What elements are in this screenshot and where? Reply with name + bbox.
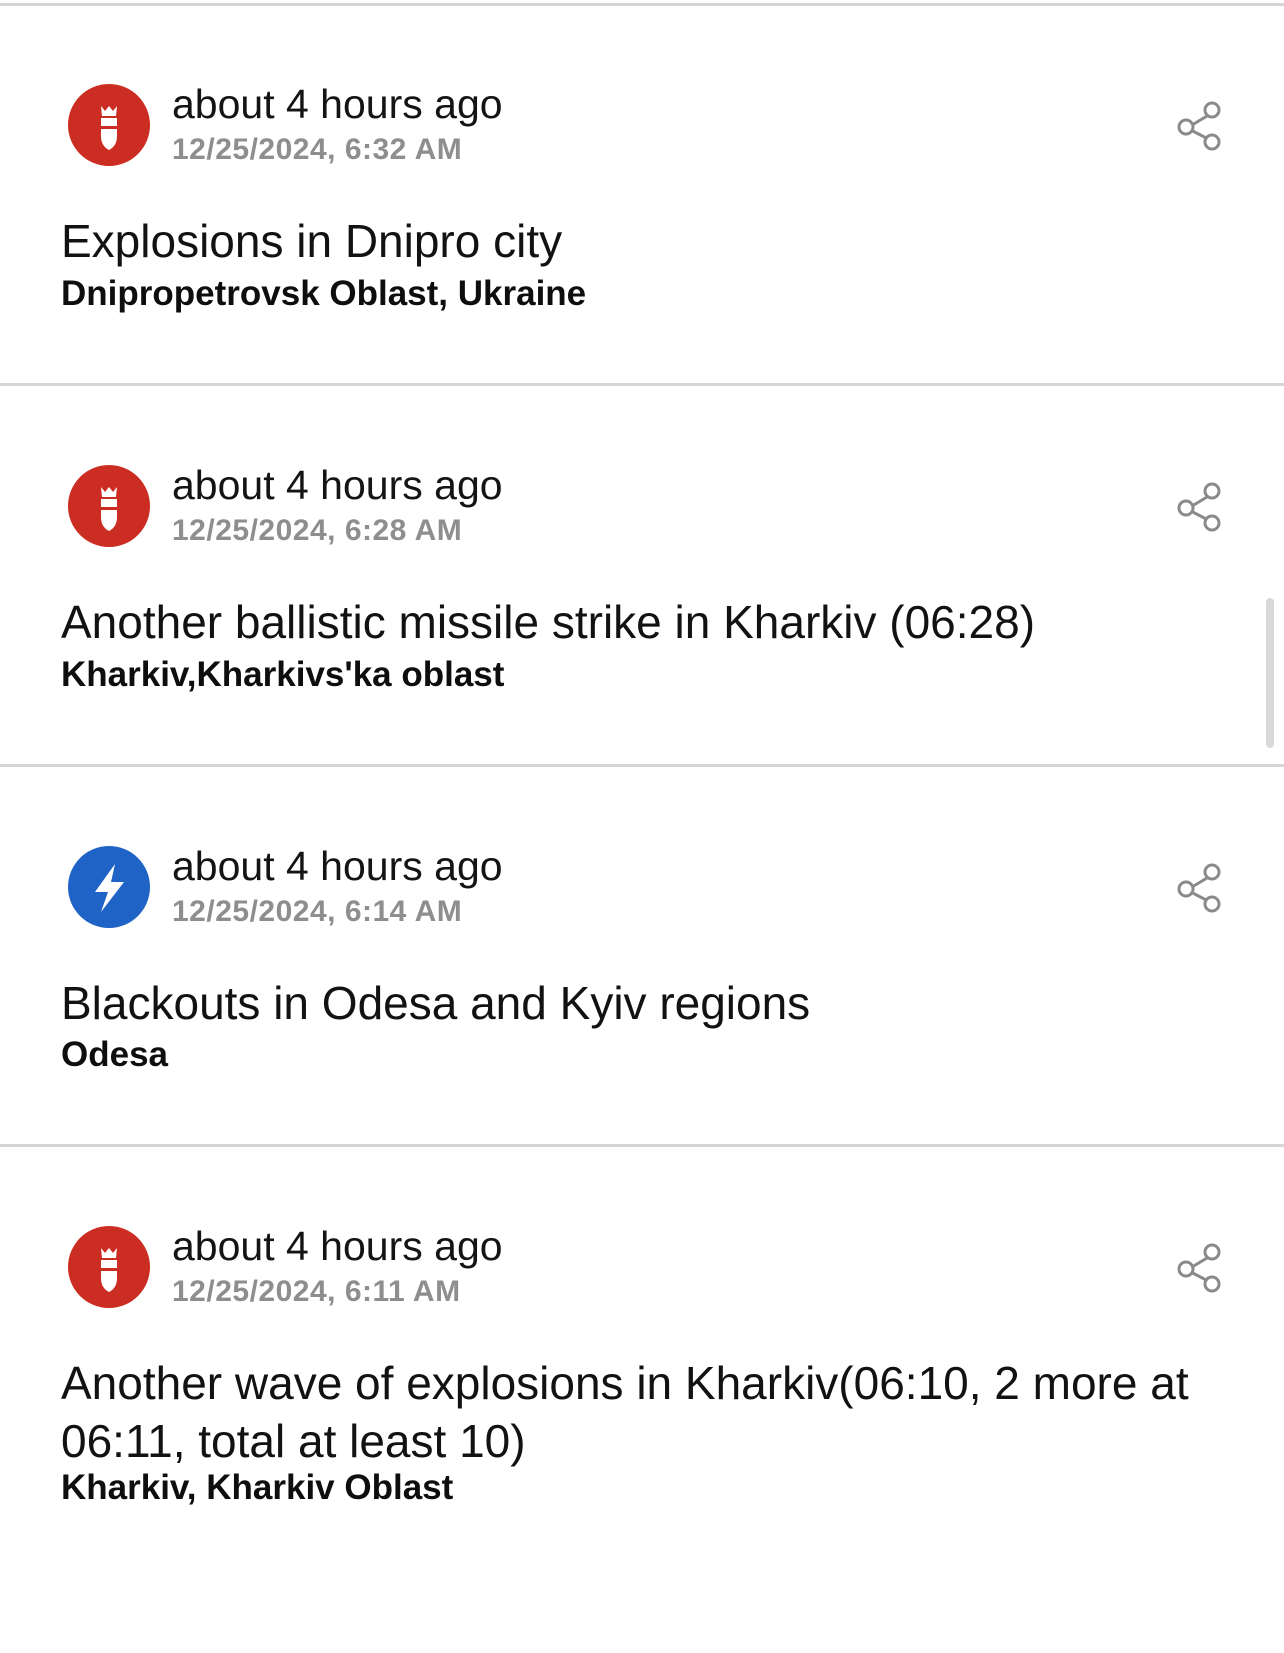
share-icon[interactable] bbox=[1176, 100, 1224, 152]
share-icon[interactable] bbox=[1176, 1242, 1224, 1294]
event-location: Odesa bbox=[61, 1035, 168, 1074]
timestamp: 12/25/2024, 6:11 AM bbox=[172, 1275, 461, 1308]
bomb-icon bbox=[68, 1226, 150, 1308]
share-icon[interactable] bbox=[1176, 481, 1224, 533]
lightning-bolt-icon bbox=[68, 846, 150, 928]
scrollbar[interactable] bbox=[1266, 598, 1274, 748]
bomb-icon bbox=[68, 465, 150, 547]
feed-item[interactable]: about 4 hours ago 12/25/2024, 6:11 AM An… bbox=[0, 1142, 1284, 1653]
event-location: Kharkiv, Kharkiv Oblast bbox=[61, 1468, 454, 1507]
feed-item[interactable]: about 4 hours ago 12/25/2024, 6:28 AM An… bbox=[0, 381, 1284, 761]
bomb-icon bbox=[68, 84, 150, 166]
event-location: Dnipropetrovsk Oblast, Ukraine bbox=[61, 274, 587, 313]
event-location: Kharkiv,Kharkivs'ka oblast bbox=[61, 655, 505, 694]
feed-item[interactable]: about 4 hours ago 12/25/2024, 6:14 AM Bl… bbox=[0, 762, 1284, 1142]
timestamp: 12/25/2024, 6:28 AM bbox=[172, 514, 463, 547]
relative-time: about 4 hours ago bbox=[172, 843, 503, 889]
event-feed: about 4 hours ago 12/25/2024, 6:32 AM Ex… bbox=[0, 0, 1284, 1653]
event-title[interactable]: Blackouts in Odesa and Kyiv regions bbox=[61, 974, 1221, 1032]
event-title[interactable]: Another ballistic missile strike in Khar… bbox=[61, 593, 1221, 651]
event-title[interactable]: Another wave of explosions in Kharkiv(06… bbox=[61, 1354, 1211, 1470]
feed-item[interactable]: about 4 hours ago 12/25/2024, 6:32 AM Ex… bbox=[0, 0, 1284, 380]
relative-time: about 4 hours ago bbox=[172, 462, 503, 508]
share-icon[interactable] bbox=[1176, 862, 1224, 914]
relative-time: about 4 hours ago bbox=[172, 81, 503, 127]
event-title[interactable]: Explosions in Dnipro city bbox=[61, 212, 1221, 270]
timestamp: 12/25/2024, 6:14 AM bbox=[172, 895, 463, 928]
relative-time: about 4 hours ago bbox=[172, 1223, 503, 1269]
timestamp: 12/25/2024, 6:32 AM bbox=[172, 133, 463, 166]
